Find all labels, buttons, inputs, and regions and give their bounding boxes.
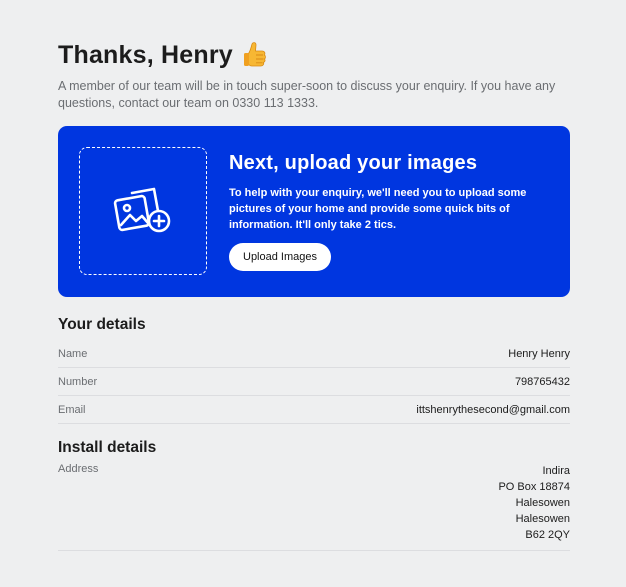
image-dropzone[interactable] [79,147,207,275]
confirmation-page: Thanks, Henry A member of our team will … [58,38,570,551]
detail-value: ittshenrythesecond@gmail.com [416,403,570,416]
upload-images-card: Next, upload your images To help with yo… [58,126,570,297]
add-image-icon [113,187,171,233]
detail-value: 798765432 [514,375,570,388]
detail-label: Number [58,375,98,388]
address-line: PO Box 18874 [498,481,570,493]
upload-card-text: To help with your enquiry, we'll need yo… [229,187,527,231]
your-details-title: Your details [58,316,146,333]
address-line: Indira [542,465,570,477]
page-title: Thanks, Henry [58,38,570,72]
address-value: Indira PO Box 18874 Halesowen Halesowen … [498,463,570,543]
address-line: Halesowen [515,513,570,525]
detail-label: Name [58,347,88,360]
your-details-list: Name Henry Henry Number 798765432 Email … [58,340,570,424]
install-details-title: Install details [58,439,157,456]
address-line: Halesowen [515,497,570,509]
address-label: Address [58,463,99,475]
address-line: B62 2QY [525,529,570,541]
detail-value: Henry Henry [508,347,570,360]
upload-card-title: Next, upload your images [229,152,478,174]
page-title-text: Thanks, Henry [58,40,233,69]
upload-card-content: Next, upload your images To help with yo… [229,152,529,271]
install-address-row: Address Indira PO Box 18874 Halesowen Ha… [58,459,570,551]
detail-row-name: Name Henry Henry [58,340,570,368]
thumbs-up-icon [243,41,267,69]
detail-row-number: Number 798765432 [58,368,570,396]
detail-label: Email [58,403,86,416]
upload-images-button[interactable]: Upload Images [229,243,331,271]
detail-row-email: Email ittshenrythesecond@gmail.com [58,396,570,424]
page-subtitle: A member of our team will be in touch su… [58,79,556,110]
